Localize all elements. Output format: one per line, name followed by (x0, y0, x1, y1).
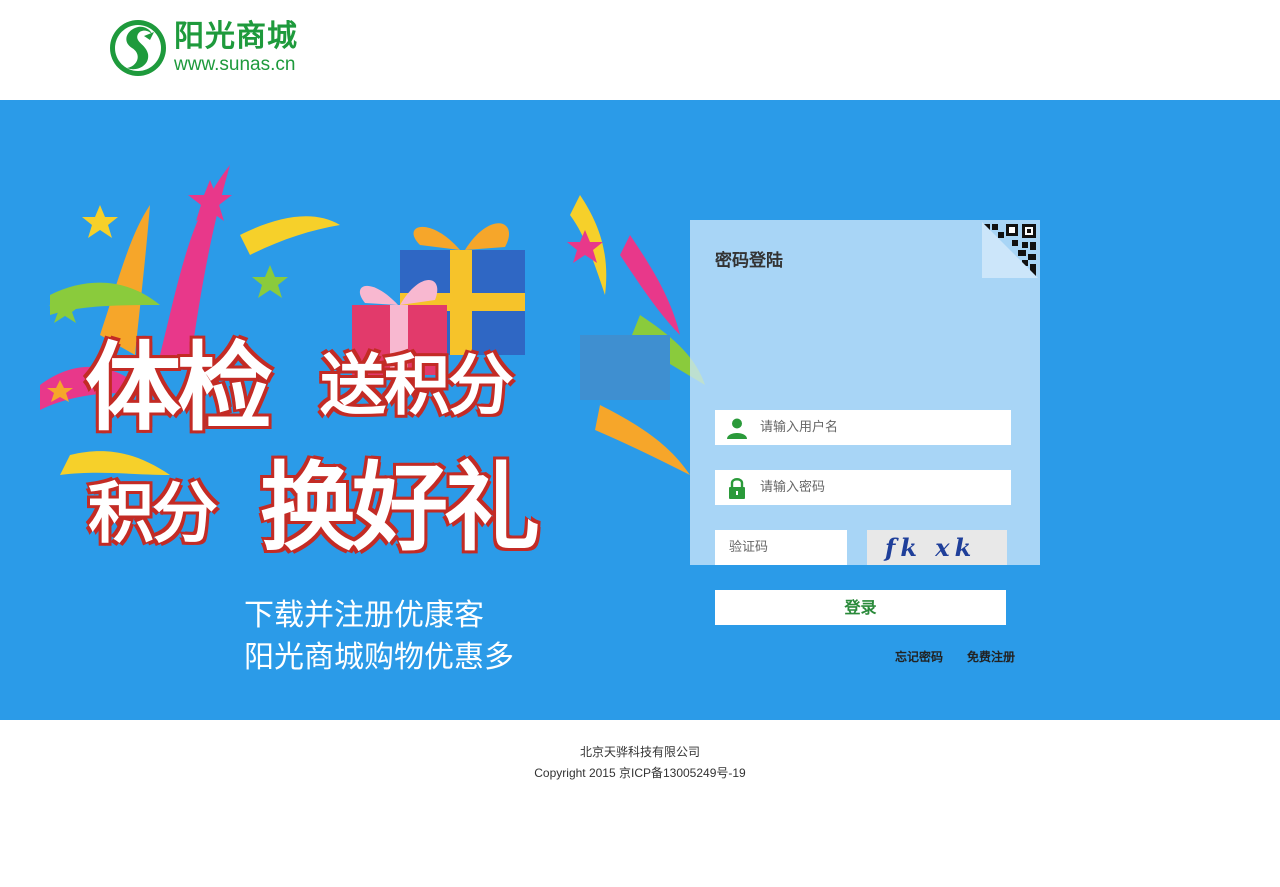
captcha-input[interactable] (727, 539, 841, 556)
captcha-image[interactable]: fk xk (867, 530, 1007, 565)
password-field[interactable] (715, 470, 1011, 505)
sun-logo-icon (110, 20, 166, 76)
username-field[interactable] (715, 410, 1011, 445)
captcha-field[interactable] (715, 530, 847, 565)
user-icon (727, 418, 747, 439)
banner-subline-2: 阳光商城购物优惠多 (244, 640, 514, 675)
promo-banner: 体检 送积分 积分 换好礼 下载并注册优康客 阳光商城购物优惠多 密码登陆 请输… (0, 100, 1280, 720)
login-button[interactable]: 登录 (715, 590, 1006, 625)
site-header: 阳光商城 www.sunas.cn (0, 0, 1280, 100)
qr-code-icon[interactable] (982, 222, 1038, 278)
lock-icon (729, 477, 745, 499)
forgot-password-link[interactable]: 忘记密码 (895, 648, 943, 665)
password-input[interactable] (758, 479, 1002, 496)
register-link[interactable]: 免费注册 (967, 648, 1015, 665)
site-footer: 北京天骅科技有限公司 Copyright 2015 京ICP备13005249号… (0, 720, 1280, 887)
footer-copyright: Copyright 2015 京ICP备13005249号-19 (534, 766, 746, 780)
login-panel: 密码登陆 fk xk 登录 忘记密码 免费注册 (690, 220, 1040, 664)
login-links: 忘记密码 免费注册 (895, 648, 1015, 665)
banner-subline-1: 下载并注册优康客 (244, 598, 484, 633)
username-input[interactable] (758, 419, 1002, 436)
captcha-text: fk xk (885, 533, 977, 562)
headline-small-2: 积分 (88, 475, 218, 552)
site-logo[interactable]: 阳光商城 www.sunas.cn (108, 18, 298, 78)
headline-big-1: 体检 (85, 332, 273, 444)
headline-big-2: 换好礼 (260, 452, 540, 564)
logo-brand-url: www.sunas.cn (174, 54, 296, 75)
headline-small-1: 送积分 (320, 347, 514, 424)
logo-brand-name: 阳光商城 (174, 19, 298, 54)
footer-company: 北京天骅科技有限公司 (579, 745, 700, 759)
login-title: 密码登陆 (715, 251, 783, 271)
